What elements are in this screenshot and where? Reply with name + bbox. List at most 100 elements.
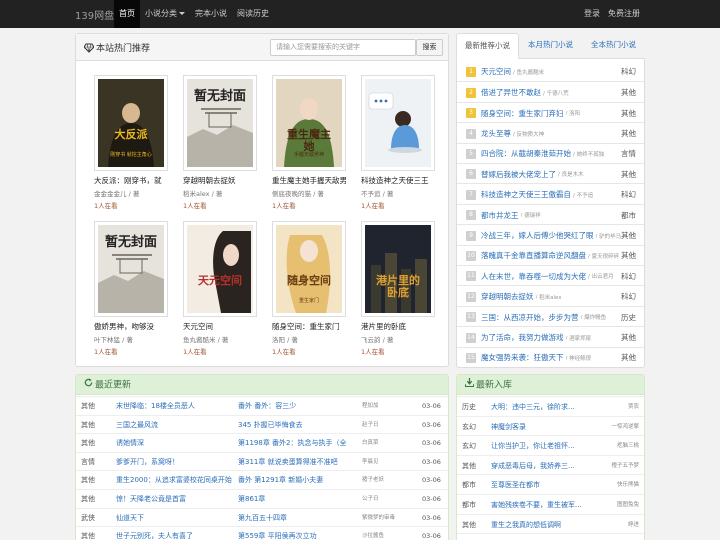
cover-image: 随身空间 重生家门 [276,225,342,313]
book-title[interactable]: 重生魔主她手握天敌男 [272,175,346,186]
rank-book-name[interactable]: 天元空间 [481,66,511,77]
rank-item[interactable]: 9 冷战三年，嫁人后傅少他哭红了眼 / 驴的毕马 其他 [457,224,644,246]
book-card[interactable]: 港片里的卧底 港片里的卧底 飞云韵 / 著 1人在看 [358,221,438,356]
nav-home[interactable]: 首页 [114,0,140,28]
rank-item[interactable]: 12 穿越明朝去捉妖 / 稻米alex 科幻 [457,285,644,307]
rank-book-author: / 不予追 [573,192,594,199]
book-title[interactable]: 随身空间：重生家门 [272,321,346,332]
nav-completed[interactable]: 完本小说 [190,0,232,28]
update-book-link[interactable]: 世子元别死，夫人有喜了 [116,527,234,540]
rank-book-name[interactable]: 冷战三年，嫁人后傅少他哭红了眼 [481,230,594,241]
rank-item[interactable]: 14 为了活命，我努力做游戏 / 酒家郑尾 其他 [457,326,644,348]
rank-book-name[interactable]: 四合院：从截胡秦淮茹开始 [481,148,571,159]
rank-number: 4 [466,128,476,139]
book-title[interactable]: 傲娇男神，吻够没 [94,321,168,332]
book-readers: 1人在看 [183,202,207,210]
tab-complete-hot[interactable]: 全本热门小说 [582,33,645,59]
new-book-link[interactable]: 神魔剑客录 [491,417,587,437]
book-readers: 1人在看 [94,348,118,356]
cover-title: 随身空间 [287,274,331,287]
rank-item[interactable]: 1 天元空间 / 鱼丸酱酷米 科幻 [457,61,644,83]
update-book-link[interactable]: 仙道天下 [116,509,234,527]
update-book-link[interactable]: 爹爹开门，系窝呀！ [116,453,234,471]
update-book-link[interactable]: 三国之最风流 [116,416,234,434]
new-book-link[interactable]: 让你当护卫，你让老祖怀... [491,436,587,456]
book-card[interactable]: 天元空间 天元空间 鱼丸酱酷米 / 著 1人在看 [180,221,260,356]
book-cover[interactable]: 暂无封面 [94,221,168,317]
nav-history[interactable]: 阅读历史 [232,0,274,28]
update-book-link[interactable]: 惊！天降老公竟是首富 [116,490,234,508]
rank-book-name[interactable]: 魔女强势来袭：狂傲天下 [481,352,564,363]
book-card[interactable]: 暂无封面 穿越明朝去捉妖 稻米alex / 著 1人在看 [180,75,260,210]
rank-book-name[interactable]: 为了活命，我努力做游戏 [481,332,564,343]
update-chapter-link[interactable]: 第九百五十四章 [238,509,358,527]
search-input[interactable]: 请输入您需要搜索的关键字 [270,39,416,56]
rank-item[interactable]: 10 落魄真千金靠直播算命逆风翻盘 / 夏天很碎碎 其他 [457,244,644,267]
rank-book-name[interactable]: 随身空间：重生家门弃妇 [481,108,564,119]
book-card[interactable]: 重生魔主她 手握天敌男神 重生魔主她手握天敌男 侧底夜晚的猫 / 著 1人在看 [269,75,349,210]
login-link[interactable]: 登录 [580,0,604,28]
rank-book-name[interactable]: 穿越明朝去捉妖 [481,291,534,302]
update-chapter-link[interactable]: 345 扑握已毕悔食去 [238,416,358,434]
update-book-link[interactable]: 末世降临：18楼全员恶人 [116,397,234,415]
rank-book-name[interactable]: 龙头至尊 [481,128,511,139]
rank-book-name[interactable]: 科技造神之天使三王傲霸自 [481,189,571,200]
rank-book-name[interactable]: 人在末世，靠吞噬一切成为大佬 [481,271,586,282]
rank-book-name[interactable]: 替嫁后我被大佬宠上了 [481,169,556,180]
book-cover[interactable]: 随身空间 重生家门 [272,221,346,317]
site-brand[interactable]: 139网盘 [75,7,114,22]
book-cover[interactable] [361,75,435,171]
search-button[interactable]: 搜索 [416,39,443,56]
rank-book-name[interactable]: 都市井龙王 [481,210,519,221]
book-cover[interactable]: 重生魔主她 手握天敌男神 [272,75,346,171]
nav-categories[interactable]: 小说分类 [140,0,190,28]
book-title[interactable]: 港片里的卧底 [361,321,435,332]
update-chapter-link[interactable]: 第861章 [238,490,358,508]
book-cover[interactable]: 大反派 刚穿书 就挖主角心 [94,75,168,171]
update-chapter-link[interactable]: 番外 番外：容三少 [238,397,358,415]
rank-item[interactable]: 4 龙头至尊 / 反物质大神 其他 [457,122,644,144]
rank-item[interactable]: 13 三国：从西凉开始，步步为营 / 爆炸鳗鱼 历史 [457,305,644,328]
book-card[interactable]: 暂无封面 傲娇男神，吻够没 叶下林猛 / 著 1人在看 [91,221,171,356]
update-book-link[interactable]: 重生2000：从追求富婆校花同桌开始 [116,471,234,489]
rank-item[interactable]: 8 都市井龙王 / 德瑞祥 都市 [457,203,644,226]
new-book-link[interactable]: 在AZ地球建立人皇联 [491,534,587,540]
rank-item[interactable]: 11 人在末世，靠吞噬一切成为大佬 / 出云君月 科幻 [457,265,644,287]
book-title[interactable]: 天元空间 [183,321,257,332]
rank-book-name[interactable]: 落魄真千金靠直播算命逆风翻盘 [481,250,586,261]
rank-item[interactable]: 3 随身空间：重生家门弃妇 / 洛阳 其他 [457,101,644,124]
rank-book-name[interactable]: 借进了异世不敢赵 [481,87,541,98]
tab-latest-recommend[interactable]: 最新推荐小说 [456,33,519,59]
book-card[interactable]: 大反派 刚穿书 就挖主角心 大反派：刚穿书，就 金金金金儿 / 著 1人在看 [91,75,171,210]
rank-item[interactable]: 5 四合院：从截胡秦淮茹开始 / 她终不孤独 言情 [457,142,644,165]
new-book-link[interactable]: 穿成恶毒后母，我娇养三... [491,456,587,476]
book-cover[interactable]: 暂无封面 [183,75,257,171]
book-title[interactable]: 科技造神之天使三王 [361,175,435,186]
update-chapter-link[interactable]: 第1198章 番外2：执念与执手（全 [238,434,358,452]
update-chapter-link[interactable]: 第559章 平阳侯再次立功 [238,527,358,540]
book-cover[interactable]: 港片里的卧底 [361,221,435,317]
book-title[interactable]: 穿越明朝去捉妖 [183,175,257,186]
new-book-link[interactable]: 至尊医圣在都市 [491,475,587,495]
new-book-author: 疙脑三桃 [616,443,639,450]
new-book-author: 一惊鸿逆擎 [611,423,639,430]
tab-month-hot[interactable]: 本月热门小说 [519,33,582,59]
new-book-link[interactable]: 重生之我真的想低调啊 [491,515,587,535]
book-title[interactable]: 大反派：刚穿书，就 [94,175,168,186]
update-chapter-link[interactable]: 第311章 就说卖蛋算得准不准吧 [238,453,358,471]
book-card[interactable]: 随身空间 重生家门 随身空间：重生家门 洛阳 / 著 1人在看 [269,221,349,356]
new-book-link[interactable]: 害她残疾卷不要，重生被军... [491,495,587,515]
new-category: 其他 [462,534,484,540]
rank-item[interactable]: 7 科技造神之天使三王傲霸自 / 不予追 科幻 [457,183,644,205]
register-link[interactable]: 免费注册 [604,0,644,28]
user-menu: 登录 免费注册 [580,0,644,28]
rank-item[interactable]: 6 替嫁后我被大佬宠上了 / 良是木木 其他 [457,163,644,185]
new-book-link[interactable]: 大明：违中三元，徐阶求... [491,397,587,417]
book-cover[interactable]: 天元空间 [183,221,257,317]
update-book-link[interactable]: 诱她情深 [116,434,234,452]
rank-item[interactable]: 2 借进了异世不敢赵 / 千德八荒 其他 [457,81,644,103]
rank-item[interactable]: 15 魔女强势来袭：狂傲天下 / 神经鲸很 其他 [457,346,644,369]
update-chapter-link[interactable]: 番外 第1291章 新婚小夫妻 [238,471,358,489]
book-card[interactable]: 科技造神之天使三王 不予追 / 著 1人在看 [358,75,438,210]
rank-book-name[interactable]: 三国：从西凉开始，步步为营 [481,312,579,323]
